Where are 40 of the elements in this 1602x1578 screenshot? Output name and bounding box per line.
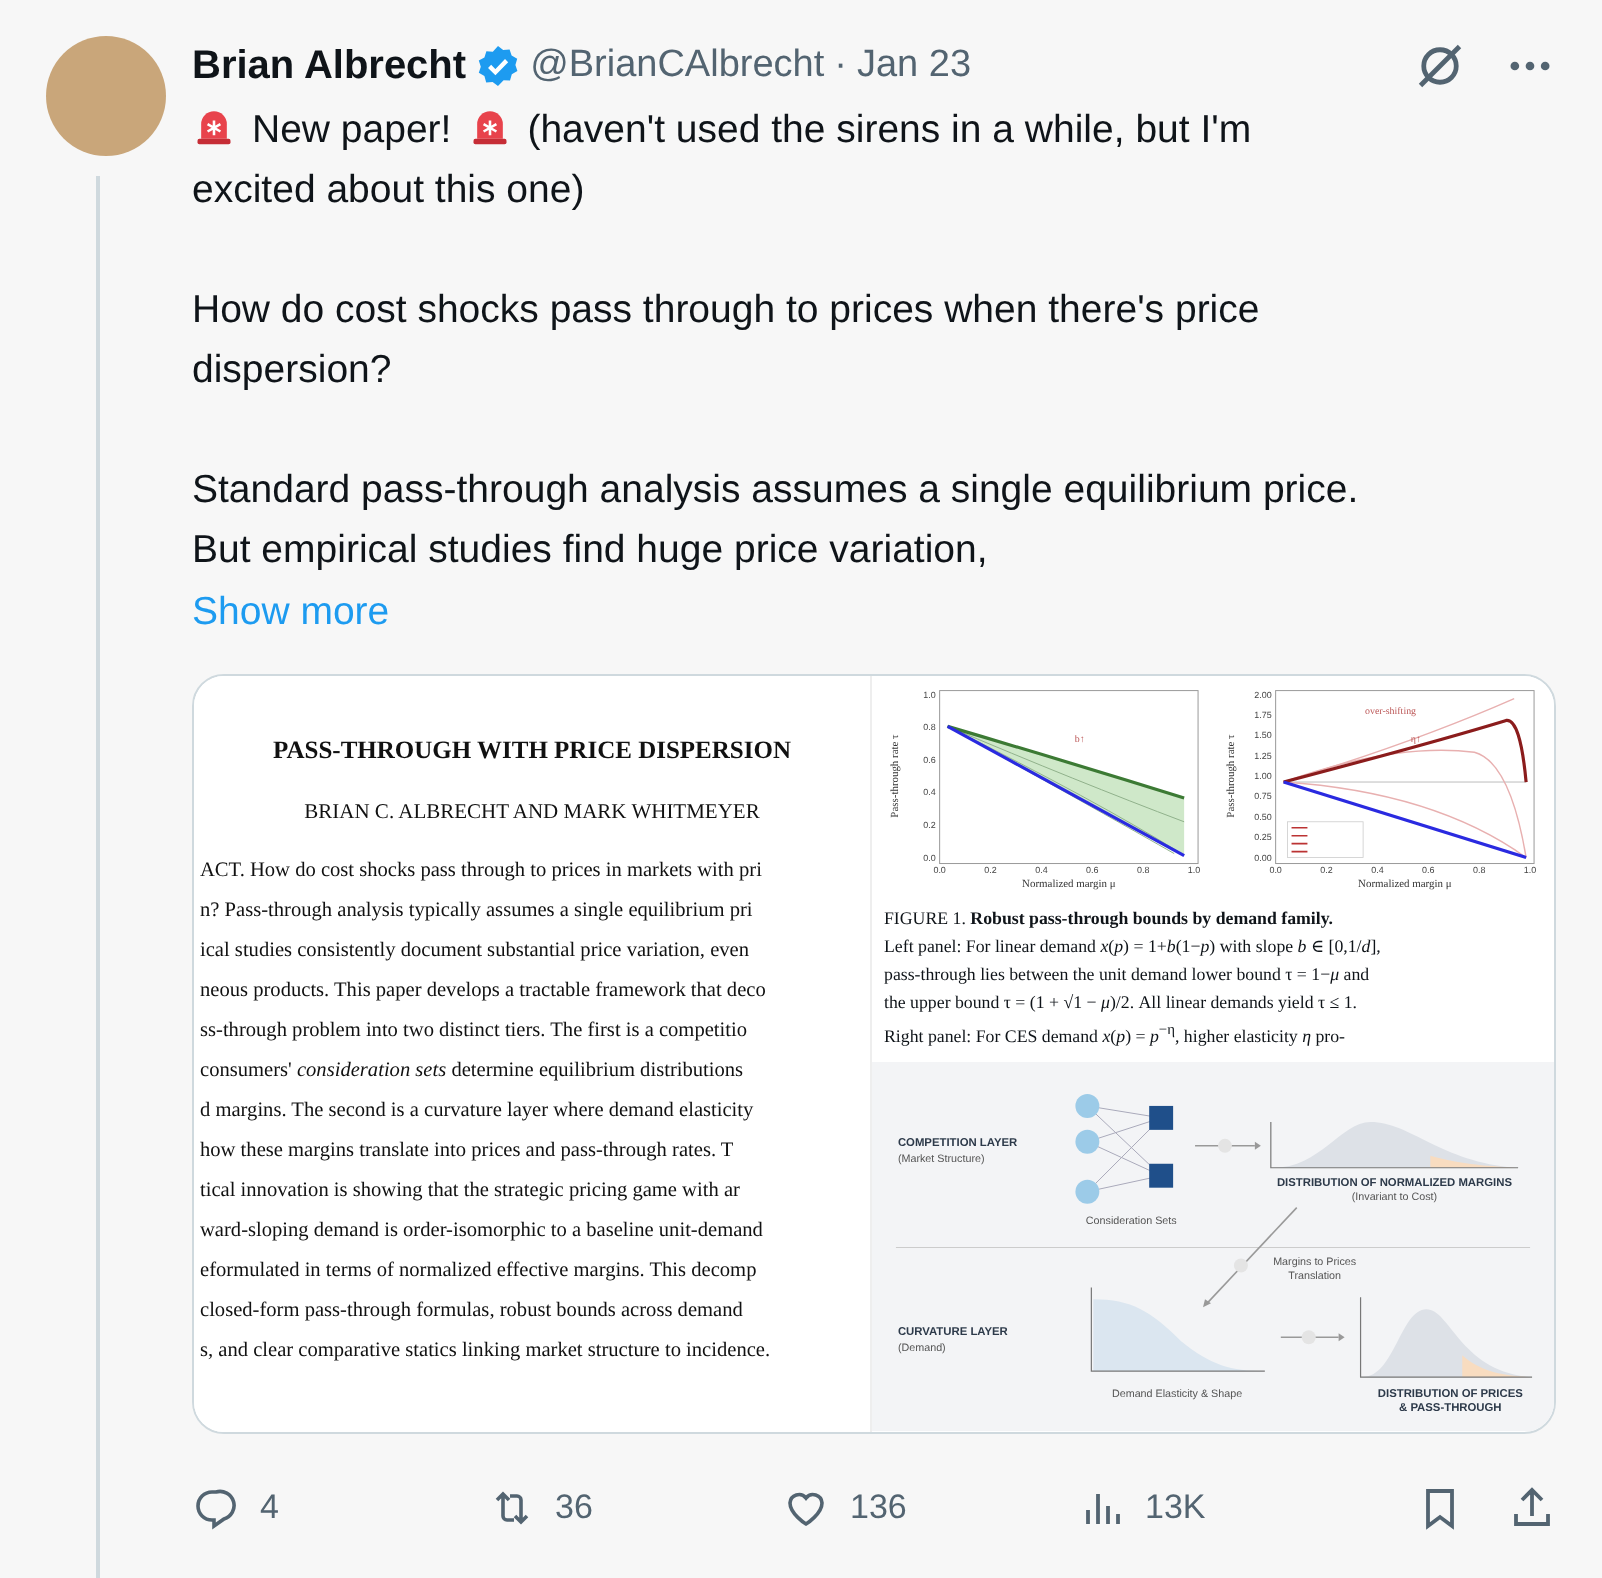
arrow-icon xyxy=(1194,1139,1261,1154)
like-button[interactable]: 136 xyxy=(782,1484,1077,1532)
media-card[interactable] xyxy=(192,674,1556,1434)
abstract-line: ACT. How do cost shocks pass through to prices in markets with pri xyxy=(198,858,764,886)
abstract-line: ical studies consistently document substantial price variation, even xyxy=(198,938,752,966)
abstract-line: how these margins translate into prices and pass-through rates. T xyxy=(198,1138,736,1166)
figure-caption-line: pass-through lies between the unit demand lower bound τ = 1−μ and xyxy=(884,962,1372,988)
reply-button[interactable]: 4 xyxy=(192,1484,487,1532)
paper-title: PASS-THROUGH WITH PRICE DISPERSION xyxy=(271,736,793,766)
abstract-line: d margins. The second is a curvature layer where demand elasticity xyxy=(198,1098,756,1126)
author-handle[interactable]: @BrianCAlbrecht xyxy=(530,44,825,88)
abstract-line: consumers' consideration sets determine equilibrium distributions xyxy=(198,1058,746,1086)
network-drawing xyxy=(1075,1094,1174,1205)
abstract-line: s, and clear comparative statics linking market structure to incidence. xyxy=(198,1338,773,1366)
post-text: excited about this one) xyxy=(192,168,585,212)
share-button[interactable] xyxy=(1508,1484,1556,1532)
figure-caption-line: Left panel: For linear demand x(p) = 1+b(1−p) with slope b ∈ [0,1/d], xyxy=(884,934,1383,960)
abstract-line: neous products. This paper develops a tractable framework that deco xyxy=(198,978,768,1006)
abstract-line: ward-sloping demand is order-isomorphic to a baseline unit-demand xyxy=(198,1218,765,1246)
figure-caption-line: the upper bound τ = (1 + √1 − μ)/2. All linear demands yield τ ≤ 1. xyxy=(884,990,1360,1016)
figure-caption-line: FIGURE 1. Robust pass-through bounds by demand family. xyxy=(884,906,1335,932)
abstract-line: n? Pass-through analysis typically assumes a single equilibrium pri xyxy=(198,898,755,926)
separator-dot: · xyxy=(834,44,847,88)
repost-button[interactable]: 36 xyxy=(487,1484,782,1532)
post-text: (haven't used the sirens in a while, but I'm xyxy=(527,108,1252,152)
abstract-line: tical innovation is showing that the strategic pricing game with ar xyxy=(198,1178,742,1206)
post-text: How do cost shocks pass through to prices when there's price dispersion? xyxy=(192,288,1260,392)
speech-bubble-icon xyxy=(192,1484,240,1532)
abstract-line: ss-through problem into two distinct tiers. The first is a competitio xyxy=(198,1018,750,1046)
figure-caption-line: Right panel: For CES demand x(p) = p$^{−η}$, higher elasticity η pro- xyxy=(884,1018,1347,1050)
paper-authors: BRIAN C. ALBRECHT AND MARK WHITMEYER xyxy=(302,802,762,824)
abstract-line: closed-form pass-through formulas, robust bounds across demand xyxy=(198,1298,745,1326)
post-text: New paper! xyxy=(252,108,452,152)
post-date[interactable]: Jan 23 xyxy=(856,44,972,88)
abstract-line: eformulated in terms of normalized effective margins. This decomp xyxy=(198,1258,759,1286)
views-button[interactable]: 13K xyxy=(1077,1484,1372,1532)
arrow-icon xyxy=(1280,1331,1345,1346)
post-text: Standard pass-through analysis assumes a single equilibrium price. But empirical studies find huge price variation, xyxy=(192,468,1359,572)
slashed-circle-icon[interactable] xyxy=(1414,40,1466,92)
author-name[interactable]: Brian Albrecht xyxy=(192,43,467,89)
